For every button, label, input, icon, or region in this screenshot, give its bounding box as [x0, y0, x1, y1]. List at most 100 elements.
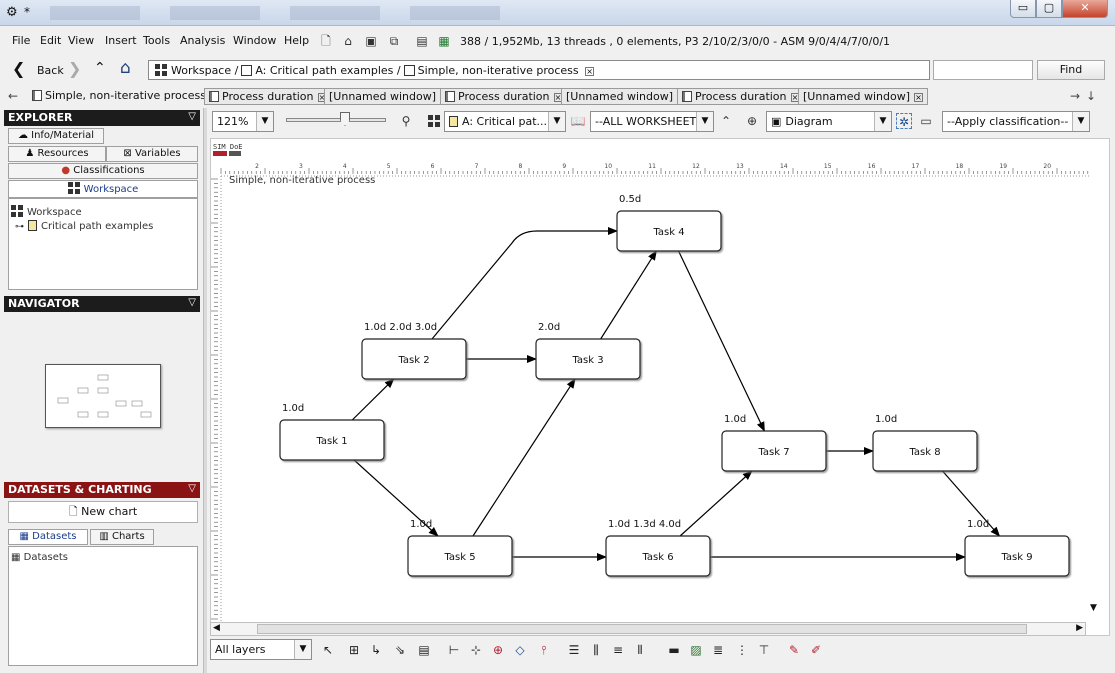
layers-select[interactable]: All layers ▼ — [210, 639, 312, 660]
scroll-down-icon[interactable]: ▼ — [1090, 603, 1097, 613]
breadcrumb-model[interactable]: A: Critical path examples — [255, 64, 393, 77]
calendar-icon[interactable]: ▭ — [918, 113, 934, 129]
align-left-icon[interactable]: ☰ — [566, 642, 582, 658]
scrollbar-thumb[interactable] — [257, 624, 1027, 634]
new-chart-button[interactable]: 🗋 New chart — [8, 501, 198, 523]
link-t4-t7[interactable] — [678, 250, 765, 432]
menu-edit[interactable]: Edit — [40, 34, 61, 47]
forward-arrow-icon[interactable]: ❯ — [68, 59, 81, 78]
tab-unnamed-window-3[interactable]: [Unnamed window] × — [798, 88, 929, 105]
link-t6-t7[interactable] — [679, 470, 753, 537]
add-diagram-icon[interactable]: ⊕ — [744, 113, 760, 129]
text-align-icon[interactable]: ≣ — [710, 642, 726, 658]
up-level-icon[interactable]: ⌃ — [94, 60, 106, 76]
breadcrumb[interactable]: Workspace / A: Critical path examples / Si… — [148, 60, 930, 80]
tree-item-workspace[interactable]: Workspace — [11, 205, 82, 218]
scroll-right-icon[interactable]: ▶ — [1076, 623, 1083, 633]
home-icon[interactable]: ⌂ — [120, 58, 131, 78]
workspace-icon[interactable] — [426, 113, 442, 129]
up-level-icon[interactable]: ⌃ — [718, 113, 734, 129]
tab-close-icon[interactable]: × — [914, 93, 924, 102]
event-icon[interactable]: ⫯ — [536, 642, 552, 658]
save-icon[interactable]: ▣ — [363, 33, 379, 49]
zoom-slider-thumb[interactable] — [340, 112, 350, 126]
menu-file[interactable]: File — [12, 34, 30, 47]
open-folder-icon[interactable]: ⌂ — [340, 33, 356, 49]
breadcrumb-workspace[interactable]: Workspace — [171, 64, 231, 77]
link-t2-t4[interactable] — [431, 227, 618, 340]
vertical-align-icon[interactable]: ⋮ — [734, 642, 750, 658]
worksheet-select[interactable]: --ALL WORKSHEET... ▼ — [590, 111, 714, 132]
menu-view[interactable]: View — [68, 34, 94, 47]
breadcrumb-diagram[interactable]: Simple, non-iterative process — [418, 64, 579, 77]
task-node-t7[interactable]: Task 7 1.0d — [721, 414, 827, 472]
tab-variables[interactable]: ⊠ Variables — [106, 146, 198, 162]
menu-tools[interactable]: Tools — [143, 34, 170, 47]
tab-navigation-arrows-icon[interactable]: →↓ — [1070, 89, 1102, 103]
task-node-t6[interactable]: Task 6 1.0d 1.3d 4.0d — [605, 519, 711, 577]
view-select[interactable]: ▣ Diagram ▼ — [766, 111, 892, 132]
collapse-icon[interactable]: ▽ — [188, 483, 196, 494]
eraser-icon[interactable]: ✐ — [808, 642, 824, 658]
zoom-select[interactable]: 121% ▼ — [212, 111, 274, 132]
align-bottom-icon[interactable]: ⫼ — [588, 642, 604, 658]
distribute-vertical-icon[interactable]: ⦀ — [632, 642, 648, 658]
fork-icon[interactable]: ⊹ — [468, 642, 484, 658]
task-node-t5[interactable]: Task 5 1.0d — [407, 519, 513, 577]
task-node-t8[interactable]: Task 8 1.0d — [872, 414, 978, 472]
magnifier-icon[interactable]: ⚲ — [398, 113, 414, 129]
document-icon[interactable]: ▤ — [416, 642, 432, 658]
split-icon[interactable]: ⊢ — [446, 642, 462, 658]
minimize-button[interactable]: ▭ — [1010, 0, 1036, 18]
chevron-down-icon[interactable]: ▼ — [294, 640, 311, 659]
previous-document-icon[interactable]: ← — [8, 89, 18, 103]
excel-icon[interactable]: ▦ — [436, 33, 452, 49]
classification-select[interactable]: --Apply classification-- ▼ — [942, 111, 1090, 132]
find-button[interactable]: Find — [1037, 60, 1105, 80]
add-decision-icon[interactable]: ⇘ — [392, 642, 408, 658]
book-open-icon[interactable]: 📖 — [570, 113, 586, 129]
tab-classifications[interactable]: ● Classifications — [8, 163, 198, 179]
layout-icon[interactable]: ✲ — [896, 113, 912, 129]
find-input[interactable] — [933, 60, 1033, 80]
chevron-down-icon[interactable]: ▼ — [696, 112, 713, 131]
tab-process-duration-2[interactable]: Process duration × — [440, 88, 568, 105]
image-icon[interactable]: ▨ — [688, 642, 704, 658]
tab-info-material[interactable]: ☁ Info/Material — [8, 128, 104, 144]
close-button[interactable]: ✕ — [1062, 0, 1108, 18]
tab-resources[interactable]: ♟ Resources — [8, 146, 106, 162]
add-link-icon[interactable]: ↳ — [368, 642, 384, 658]
task-node-t9[interactable]: Task 9 1.0d — [964, 519, 1070, 577]
list-item[interactable]: ▦ Datasets — [11, 552, 68, 563]
scroll-left-icon[interactable]: ◀ — [213, 623, 220, 633]
menu-analysis[interactable]: Analysis — [180, 34, 225, 47]
chevron-down-icon[interactable]: ▼ — [874, 112, 891, 131]
tab-process-duration-3[interactable]: Process duration × — [677, 88, 805, 105]
menu-help[interactable]: Help — [284, 34, 309, 47]
tab-unnamed-window-2[interactable]: [Unnamed window]× — [561, 88, 692, 105]
horizontal-line-icon[interactable]: ⊤ — [756, 642, 772, 658]
collapse-icon[interactable]: ▽ — [188, 297, 196, 308]
tab-simple-process[interactable]: Simple, non-iterative process× — [28, 88, 223, 105]
distribute-horizontal-icon[interactable]: ≡ — [610, 642, 626, 658]
maximize-button[interactable]: ▢ — [1036, 0, 1062, 18]
tab-datasets[interactable]: ▦ Datasets — [8, 529, 88, 545]
task-node-t4[interactable]: Task 4 0.5d — [616, 194, 722, 252]
tab-process-duration-1[interactable]: Process duration × — [204, 88, 332, 105]
chevron-down-icon[interactable]: ▼ — [256, 112, 273, 131]
save-all-icon[interactable]: ⧉ — [386, 33, 402, 49]
diagram-canvas[interactable]: SIM DoE 2 3 4 5 6 7 8 9 10 11 12 13 14 15 16 17 18 19 20 S… — [210, 138, 1110, 636]
task-node-t2[interactable]: Task 2 1.0d 2.0d 3.0d — [361, 322, 467, 380]
vertical-scrollbar[interactable]: ▼ — [1088, 175, 1105, 620]
tree-item-critical-path[interactable]: ⊶ Critical path examples — [15, 220, 153, 232]
navigator-thumbnail[interactable] — [45, 364, 161, 428]
model-select[interactable]: A: Critical pat... ▼ — [444, 111, 566, 132]
add-task-icon[interactable]: ⊞ — [346, 642, 362, 658]
tab-charts[interactable]: ▥ Charts — [90, 529, 154, 545]
chevron-down-icon[interactable]: ▼ — [1072, 112, 1089, 131]
breadcrumb-close-icon[interactable]: × — [585, 67, 595, 76]
back-button[interactable]: Back — [37, 64, 64, 77]
tab-workspace[interactable]: Workspace — [8, 180, 198, 198]
collapse-icon[interactable]: ▽ — [188, 111, 196, 122]
menu-insert[interactable]: Insert — [105, 34, 137, 47]
